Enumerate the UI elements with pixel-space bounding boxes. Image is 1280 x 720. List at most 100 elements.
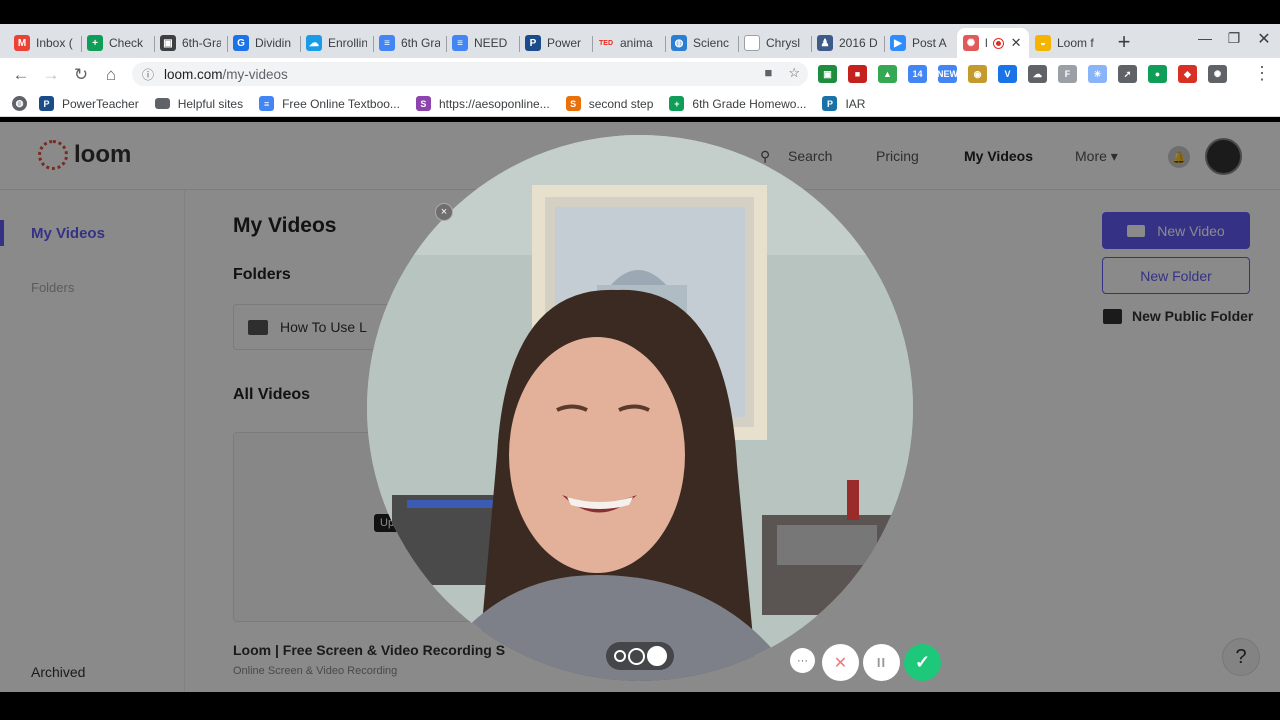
tab-12[interactable]: ▶ Post A <box>884 28 957 58</box>
close-window-button[interactable]: ✕ <box>1252 29 1276 49</box>
tab-6[interactable]: ≡ NEED <box>446 28 519 58</box>
home-button[interactable]: ⌂ <box>96 60 126 90</box>
tab-10[interactable]: Chrysl <box>738 28 811 58</box>
minimize-button[interactable]: — <box>1193 30 1217 46</box>
bookmark-1[interactable]: P PowerTeacher <box>39 96 139 111</box>
tab-9[interactable]: ◍ Scienc <box>665 28 738 58</box>
shield-ext-icon[interactable]: ◆ <box>1178 65 1197 83</box>
bookmark-2[interactable]: Helpful sites <box>154 97 243 111</box>
close-tab-icon[interactable]: ✕ <box>1011 35 1022 51</box>
bookmark-label: https://aesoponline... <box>438 96 550 111</box>
finish-recording-button[interactable]: ✓ <box>904 644 941 681</box>
bookmark-3[interactable]: ≡ Free Online Textboo... <box>259 96 400 111</box>
tab-title: Check <box>109 36 144 50</box>
docs-icon: ≡ <box>452 35 468 51</box>
globe-icon: ◍ <box>12 96 27 111</box>
tab-5[interactable]: ≡ 6th Gra <box>373 28 446 58</box>
hangouts-ext-icon[interactable]: ● <box>1148 65 1167 83</box>
document-icon <box>744 35 760 51</box>
bookmark-ext-icon[interactable]: ■ <box>848 65 867 83</box>
cloud-ext-icon[interactable]: ☁ <box>1028 65 1047 83</box>
sheets-icon: + <box>669 96 685 111</box>
drive-ext-icon[interactable]: ▲ <box>878 65 897 83</box>
browser-menu-icon[interactable]: ⋮ <box>1253 64 1271 82</box>
bubble-size-small-icon[interactable] <box>613 650 626 662</box>
forward-button[interactable]: → <box>36 60 66 90</box>
extensions-bar: ▣ ■ ▲ 14 NEW ◉ V ☁ F ✳ ➚ ● ◆ ✺ <box>818 65 1227 83</box>
tab-strip: M Inbox ( + Check ▣ 6th-Gra G Dividin ☁ Enrollin ≡… <box>0 24 1280 58</box>
classroom-icon: ▣ <box>160 35 176 51</box>
cancel-recording-button[interactable]: ✕ <box>822 644 859 681</box>
bookmark-0[interactable]: ◍ <box>12 96 35 111</box>
restore-button[interactable]: ❐ <box>1222 30 1246 47</box>
iar-icon: P <box>822 96 838 111</box>
bookmark-7[interactable]: P IAR <box>822 96 865 111</box>
close-bubble-button[interactable]: × <box>435 203 453 221</box>
bookmark-4[interactable]: Shttps://aesoponline... <box>415 96 550 111</box>
tab-3[interactable]: G Dividin <box>227 28 300 58</box>
tab-title: Chrysl <box>766 36 801 50</box>
tab-11[interactable]: ♟ 2016 D <box>811 28 884 58</box>
tab-14[interactable]: ◒ Loom f <box>1029 28 1102 58</box>
powerschool-icon: P <box>525 35 541 51</box>
cloud-icon: ☁ <box>306 35 322 51</box>
bookmark-label: PowerTeacher <box>62 96 139 111</box>
tab-title: 6th-Gra <box>182 36 221 50</box>
loom-ext-icon[interactable]: ✺ <box>1208 65 1227 83</box>
bubble-size-large-icon[interactable] <box>646 646 667 666</box>
palette-ext-icon[interactable]: ◉ <box>968 65 987 83</box>
new-tab-button[interactable]: + <box>1110 28 1138 56</box>
v-ext-icon[interactable]: V <box>998 65 1017 83</box>
bookmark-star-icon[interactable]: ☆ <box>788 65 800 81</box>
bookmark-label: second step <box>588 96 654 111</box>
tab-13[interactable]: ✺ l ✕ <box>957 28 1029 58</box>
doc-icon: ≡ <box>259 96 275 111</box>
folder-icon <box>154 98 170 109</box>
bubble-size-toggle[interactable] <box>606 642 674 670</box>
pause-recording-button[interactable]: II <box>863 644 900 681</box>
bookmark-5[interactable]: Ssecond step <box>565 96 654 111</box>
address-bar[interactable]: ⓘ loom.com/my-videos ■ ☆ <box>132 62 808 86</box>
bookmark-label: IAR <box>845 96 866 111</box>
rocket-ext-icon[interactable]: ➚ <box>1118 65 1137 83</box>
screen: M Inbox ( + Check ▣ 6th-Gra G Dividin ☁ Enrollin ≡… <box>0 0 1280 720</box>
zoom-icon: ▶ <box>890 35 906 51</box>
tab-title: Enrollin <box>328 36 367 50</box>
tab-title: Inbox ( <box>36 36 73 50</box>
tab-7[interactable]: P Power <box>519 28 592 58</box>
tab-0[interactable]: M Inbox ( <box>8 28 81 58</box>
tab-8[interactable]: TED anima <box>592 28 665 58</box>
classroom-ext-icon[interactable]: ▣ <box>818 65 837 83</box>
bookmarks-bar: ◍ P PowerTeacher Helpful sites ≡ Free Online … <box>0 91 1280 117</box>
tab-4[interactable]: ☁ Enrollin <box>300 28 373 58</box>
tab-title: anima <box>620 36 653 50</box>
camera-in-use-icon[interactable]: ■ <box>764 65 772 81</box>
f-ext-icon[interactable]: F <box>1058 65 1077 83</box>
back-button[interactable]: ← <box>6 60 36 90</box>
loom-icon: ✺ <box>963 35 979 51</box>
ted-icon: TED <box>599 39 613 47</box>
globe-icon: ◍ <box>671 35 687 51</box>
tab-1[interactable]: + Check <box>81 28 154 58</box>
more-options-button[interactable]: ··· <box>790 648 815 673</box>
bookmark-6[interactable]: +6th Grade Homewo... <box>669 96 806 111</box>
tab-title: 6th Gra <box>401 36 440 50</box>
tab-title: NEED <box>474 36 508 50</box>
gmail-icon: M <box>14 35 30 51</box>
powerschool-icon: P <box>39 96 54 111</box>
second-step-icon: S <box>565 96 581 111</box>
edit-ext-icon[interactable]: NEW <box>937 65 958 83</box>
person-icon: ♟ <box>817 35 833 51</box>
tab-title: Post A <box>912 36 947 50</box>
atom-ext-icon[interactable]: ✳ <box>1088 65 1107 83</box>
url-path: /my-videos <box>222 66 288 82</box>
tab-title: Power <box>547 36 582 50</box>
site-info-icon[interactable]: ⓘ <box>142 66 154 83</box>
reload-button[interactable]: ↻ <box>66 60 96 90</box>
bubble-size-medium-icon[interactable] <box>627 647 645 665</box>
url-host: loom.com <box>164 66 223 82</box>
calendar-ext-icon[interactable]: 14 <box>908 65 927 83</box>
tab-2[interactable]: ▣ 6th-Gra <box>154 28 227 58</box>
app-g-icon: G <box>233 35 249 51</box>
sheets-icon: + <box>87 35 103 51</box>
